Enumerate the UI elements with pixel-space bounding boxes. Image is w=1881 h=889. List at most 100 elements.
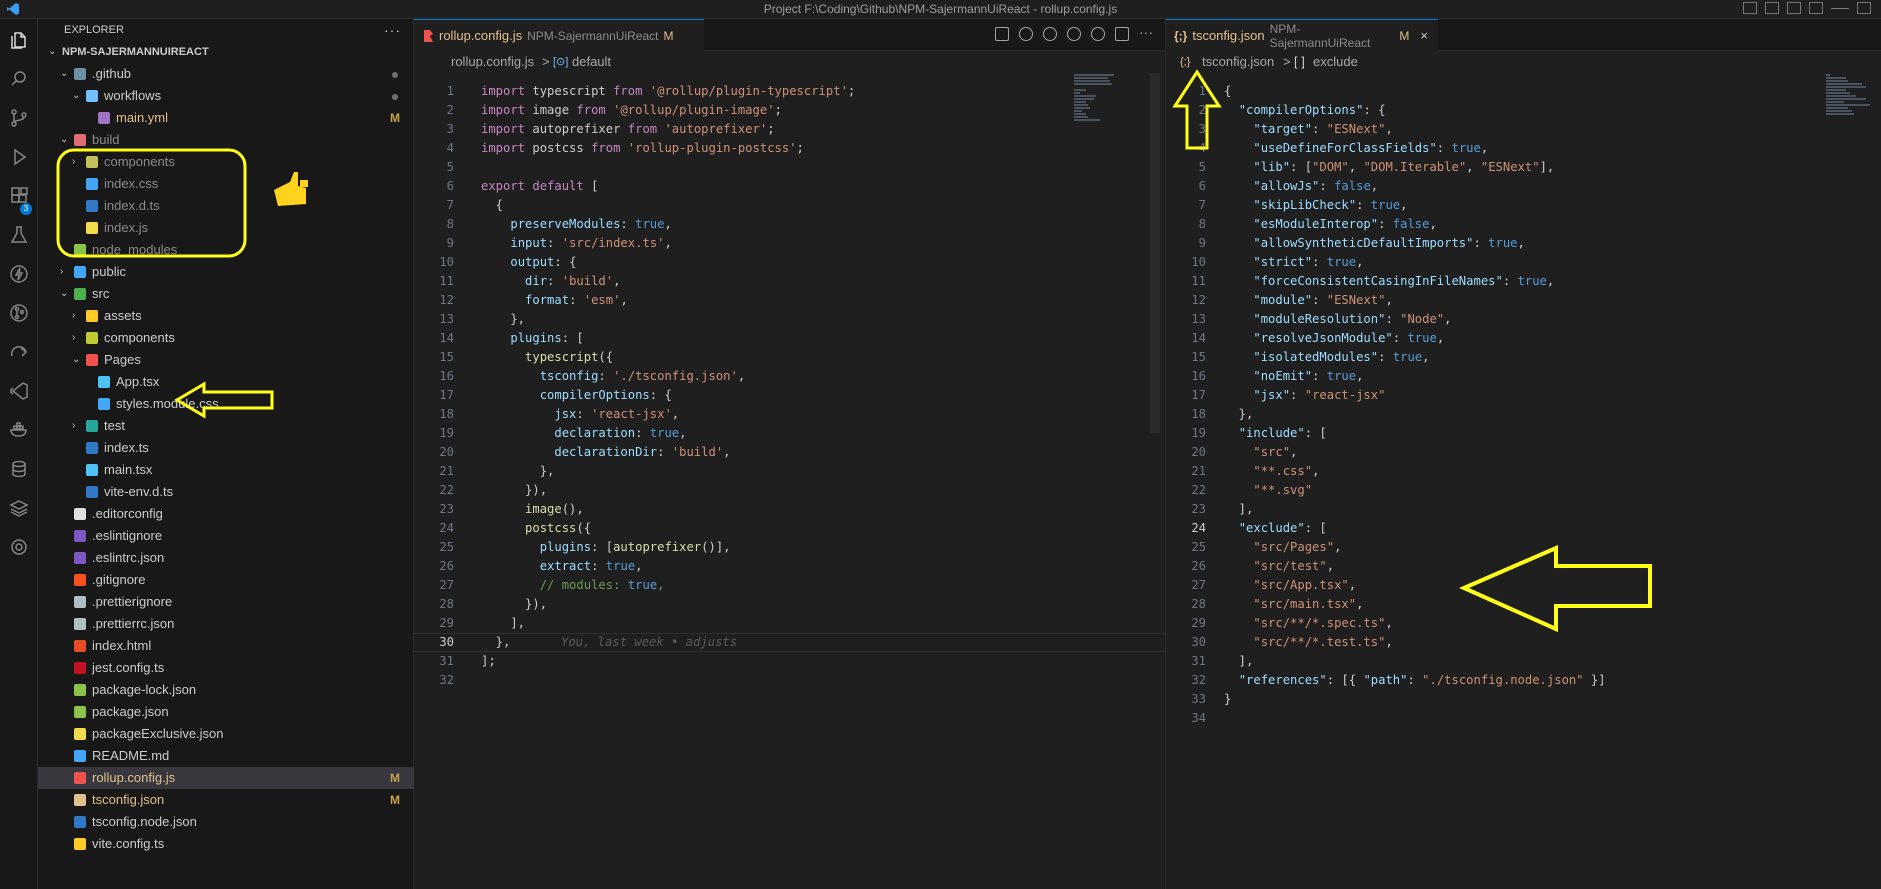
- tree-item[interactable]: index.css: [38, 173, 414, 195]
- code-line: 7 {: [414, 196, 1165, 215]
- tree-item[interactable]: styles.module.css: [38, 393, 414, 415]
- settings-icon[interactable]: [9, 537, 29, 557]
- tree-item[interactable]: jest.config.ts: [38, 657, 414, 679]
- tree-item-label: .prettierignore: [92, 594, 173, 609]
- tree-item[interactable]: ⌄ Pages: [38, 349, 414, 371]
- tree-item[interactable]: › assets: [38, 305, 414, 327]
- folder-icon: [74, 288, 86, 300]
- testing-icon[interactable]: [9, 225, 29, 245]
- line-number: 5: [1198, 160, 1206, 174]
- tree-item[interactable]: App.tsx: [38, 371, 414, 393]
- code-text: "resolveJsonModule": true,: [1253, 331, 1445, 345]
- files-icon[interactable]: [9, 30, 29, 50]
- breadcrumb-file[interactable]: rollup.config.js: [451, 51, 534, 73]
- code-line: 19 "include": [: [1166, 424, 1881, 443]
- minimap[interactable]: [1826, 73, 1881, 143]
- tree-item[interactable]: index.d.ts: [38, 195, 414, 217]
- compare-changes-icon[interactable]: [995, 27, 1009, 41]
- code-line: 9 "allowSyntheticDefaultImports": true,: [1166, 234, 1881, 253]
- tree-item[interactable]: main.yml M: [38, 107, 414, 129]
- more-actions-icon[interactable]: ···: [384, 19, 401, 41]
- tree-item[interactable]: .prettierrc.json: [38, 613, 414, 635]
- workspace-root[interactable]: ⌄ NPM-SAJERMANNUIREACT: [38, 41, 414, 63]
- next-change-icon[interactable]: [1067, 27, 1081, 41]
- line-number: 11: [439, 274, 454, 288]
- tree-item[interactable]: › components: [38, 327, 414, 349]
- tree-item-label: package-lock.json: [92, 682, 197, 697]
- timeline-icon[interactable]: [1019, 27, 1033, 41]
- database-icon[interactable]: [9, 459, 29, 479]
- toggle-panel-icon[interactable]: [1765, 2, 1779, 14]
- tree-item[interactable]: rollup.config.js M: [38, 767, 414, 789]
- toggle-secondary-sidebar-icon[interactable]: [1787, 2, 1801, 14]
- line-number: 11: [1191, 274, 1206, 288]
- tree-item[interactable]: tsconfig.json M: [38, 789, 414, 811]
- split-editor-icon[interactable]: [1115, 27, 1129, 41]
- breadcrumb-symbol[interactable]: exclude: [1313, 51, 1358, 73]
- tab-tsconfig[interactable]: {;} tsconfig.json NPM-SajermannUiReact M…: [1166, 19, 1438, 51]
- more-actions-icon[interactable]: ···: [1139, 25, 1155, 41]
- previous-change-icon[interactable]: [1043, 27, 1057, 41]
- breadcrumb-file[interactable]: tsconfig.json: [1202, 51, 1274, 73]
- tree-item[interactable]: index.js: [38, 217, 414, 239]
- tree-item[interactable]: main.tsx: [38, 459, 414, 481]
- tree-item-label: index.js: [104, 220, 149, 235]
- restore-button[interactable]: [1857, 2, 1871, 14]
- tree-item[interactable]: .eslintignore: [38, 525, 414, 547]
- tree-item[interactable]: .gitignore: [38, 569, 414, 591]
- tree-item[interactable]: .editorconfig: [38, 503, 414, 525]
- tree-item[interactable]: .eslintrc.json: [38, 547, 414, 569]
- chevron-down-icon: ⌄: [72, 354, 81, 365]
- tree-item[interactable]: vite.config.ts: [38, 833, 414, 855]
- customize-layout-icon[interactable]: [1809, 2, 1823, 14]
- tree-item[interactable]: package-lock.json: [38, 679, 414, 701]
- code-editor-rollup[interactable]: 1 import typescript from '@rollup/plugin-…: [414, 82, 1165, 862]
- window-controls: [1743, 2, 1871, 14]
- git-graph-icon[interactable]: [9, 303, 29, 323]
- line-number: 3: [446, 122, 454, 136]
- breadcrumb-symbol[interactable]: default: [572, 51, 611, 73]
- tree-item[interactable]: tsconfig.node.json: [38, 811, 414, 833]
- minimize-button[interactable]: [1831, 2, 1849, 9]
- vscode-icon[interactable]: [9, 381, 29, 401]
- minimap[interactable]: [1074, 73, 1134, 143]
- docker-icon[interactable]: [9, 420, 29, 440]
- file-icon: [74, 750, 86, 762]
- tree-item[interactable]: › node_modules: [38, 239, 414, 261]
- source-control-icon[interactable]: [9, 108, 29, 128]
- tree-item[interactable]: README.md: [38, 745, 414, 767]
- tree-item[interactable]: vite-env.d.ts: [38, 481, 414, 503]
- tree-item[interactable]: ⌄ workflows: [38, 85, 414, 107]
- tab-modified-mark: M: [663, 28, 674, 43]
- tree-item[interactable]: index.ts: [38, 437, 414, 459]
- code-text: "lib": ["DOM", "DOM.Iterable", "ESNext"]…: [1253, 160, 1555, 174]
- tree-item[interactable]: ⌄ build: [38, 129, 414, 151]
- tree-item[interactable]: › public: [38, 261, 414, 283]
- tree-item[interactable]: index.html: [38, 635, 414, 657]
- tab-rollup-config[interactable]: rollup.config.js NPM-SajermannUiReact M: [414, 19, 704, 51]
- vertical-scrollbar[interactable]: [1150, 73, 1160, 433]
- tree-item[interactable]: › test: [38, 415, 414, 437]
- code-line: 15 "isolatedModules": true,: [1166, 348, 1881, 367]
- tree-item[interactable]: package.json: [38, 701, 414, 723]
- lightning-icon[interactable]: [9, 264, 29, 284]
- tree-item[interactable]: ⌄ .github: [38, 63, 414, 85]
- tree-item[interactable]: packageExclusive.json: [38, 723, 414, 745]
- tree-item[interactable]: .prettierignore: [38, 591, 414, 613]
- line-number: 5: [446, 160, 454, 174]
- tree-item[interactable]: ⌄ src: [38, 283, 414, 305]
- remote-icon[interactable]: [9, 342, 29, 362]
- search-icon[interactable]: [9, 69, 29, 89]
- extensions-icon[interactable]: [9, 186, 29, 206]
- tsconfig-file-icon: {;}: [1180, 56, 1191, 68]
- line-number: 7: [1198, 198, 1206, 212]
- code-text: output: {: [510, 255, 577, 269]
- tree-item-label: .eslintrc.json: [92, 550, 165, 565]
- layers-icon[interactable]: [9, 498, 29, 518]
- toggle-sidebar-icon[interactable]: [1743, 2, 1757, 14]
- tree-item[interactable]: › components: [38, 151, 414, 173]
- blame-icon[interactable]: [1091, 27, 1105, 41]
- code-editor-tsconfig[interactable]: 1{2 "compilerOptions": {3 "target": "ESN…: [1166, 82, 1881, 862]
- close-icon[interactable]: ×: [1420, 28, 1428, 43]
- run-debug-icon[interactable]: [9, 147, 29, 167]
